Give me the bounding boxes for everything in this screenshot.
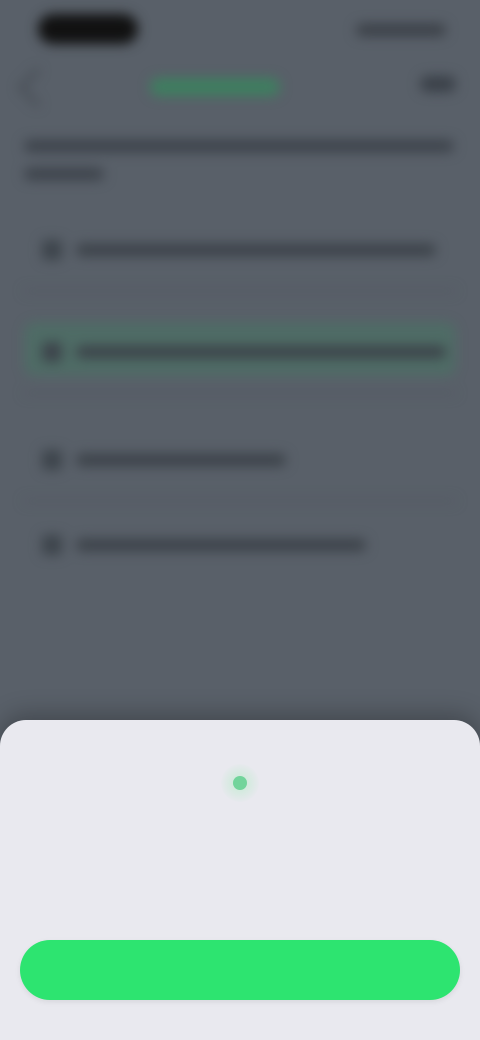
- list-item: [24, 210, 456, 292]
- list-item-icon: [42, 342, 62, 362]
- list-item: [24, 420, 456, 502]
- list-item-icon: [42, 240, 62, 260]
- list-item-text: [76, 346, 446, 358]
- top-nav-bar: [0, 64, 480, 112]
- check-icon: [221, 764, 259, 802]
- nav-title: [150, 78, 280, 96]
- bottom-sheet: [0, 720, 480, 1040]
- clock-pill: [38, 14, 138, 44]
- status-bar: [0, 0, 480, 56]
- list-item-icon: [42, 535, 62, 555]
- list-item: [24, 505, 456, 585]
- more-icon[interactable]: [420, 76, 456, 92]
- back-arrow-icon[interactable]: [18, 68, 57, 107]
- status-icons: [356, 24, 446, 36]
- list-item-icon: [42, 450, 62, 470]
- list-item: [24, 312, 456, 394]
- confirm-button[interactable]: [20, 940, 460, 1000]
- list-item-text: [76, 244, 436, 256]
- list-item-text: [76, 454, 286, 466]
- list-item-text: [76, 539, 366, 551]
